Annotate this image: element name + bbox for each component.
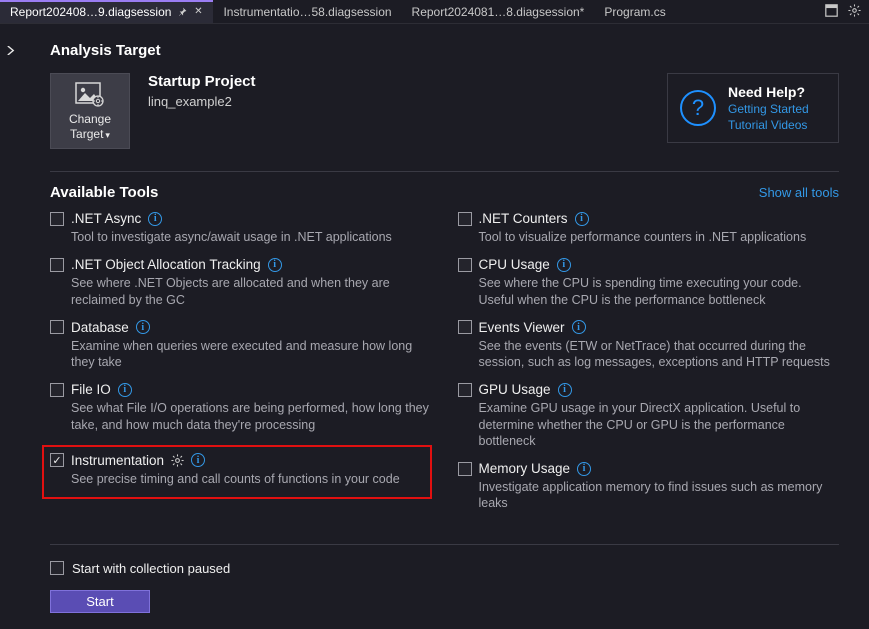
show-all-tools-link[interactable]: Show all tools [759,185,839,200]
tool-instrumentation: Instrumentation i See precise timing and c… [42,445,432,499]
tab-label: Report202408…9.diagsession [10,5,171,19]
tool-cpu-usage: CPU Usage i See where the CPU is spending … [458,257,840,308]
change-target-label2: Target▾ [70,127,110,142]
info-icon[interactable]: i [558,383,572,397]
info-icon[interactable]: i [557,258,571,272]
target-title: Startup Project [148,73,256,90]
tool-memory-usage: Memory Usage i Investigate application mem… [458,461,840,512]
tool-description: See where .NET Objects are allocated and… [71,275,432,308]
tool-name: .NET Counters [479,211,568,226]
gear-icon[interactable] [848,4,861,20]
tool-settings-gear-icon[interactable] [171,454,184,467]
tool-events-viewer: Events Viewer i See the events (ETW or Net… [458,320,840,371]
expand-rail [0,24,20,629]
help-title: Need Help? [728,84,809,100]
tool-checkbox-database[interactable] [50,320,64,334]
tool-checkbox-cpu-usage[interactable] [458,258,472,272]
pin-icon[interactable] [177,7,187,17]
target-subtitle: linq_example2 [148,94,256,109]
target-image-icon [75,82,105,108]
tab-label: Report2024081…8.diagsession* [412,5,585,19]
tab-bar: Report202408…9.diagsession ✕ Instrumenta… [0,0,869,24]
tool-net-async: .NET Async i Tool to investigate async/awa… [50,211,432,245]
info-icon[interactable]: i [575,212,589,226]
dock-icon[interactable] [825,4,838,20]
tool-net-counters: .NET Counters i Tool to visualize performa… [458,211,840,245]
info-icon[interactable]: i [572,320,586,334]
change-target-button[interactable]: Change Target▾ [50,73,130,149]
info-icon[interactable]: i [268,258,282,272]
tab-label: Program.cs [604,5,665,19]
info-icon[interactable]: i [191,453,205,467]
tool-checkbox-net-object-allocation-tracking[interactable] [50,258,64,272]
tool-checkbox-memory-usage[interactable] [458,462,472,476]
tool-name: .NET Async [71,211,141,226]
help-link-tutorial-videos[interactable]: Tutorial Videos [728,118,809,132]
tool-name: GPU Usage [479,382,551,397]
tool-description: Tool to visualize performance counters i… [479,229,840,245]
help-panel: ? Need Help? Getting Started Tutorial Vi… [667,73,839,143]
tool-checkbox-net-async[interactable] [50,212,64,226]
tab-report-8[interactable]: Report2024081…8.diagsession* [402,0,595,23]
tab-instrumentation-58[interactable]: Instrumentatio…58.diagsession [213,0,401,23]
tool-description: Examine when queries were executed and m… [71,338,432,371]
tool-checkbox-file-io[interactable] [50,383,64,397]
tool-checkbox-events-viewer[interactable] [458,320,472,334]
tool-database: Database i Examine when queries were execu… [50,320,432,371]
tool-name: Instrumentation [71,453,164,468]
start-button[interactable]: Start [50,590,150,613]
start-paused-checkbox[interactable] [50,561,64,575]
change-target-label1: Change [69,112,111,127]
tool-name: Events Viewer [479,320,565,335]
tab-program-cs[interactable]: Program.cs [594,0,675,23]
tool-net-object-allocation-tracking: .NET Object Allocation Tracking i See wher… [50,257,432,308]
help-question-icon: ? [680,90,716,126]
tool-name: Memory Usage [479,461,571,476]
tool-description: See precise timing and call counts of fu… [71,471,422,487]
start-paused-label: Start with collection paused [72,561,230,576]
tool-description: Tool to investigate async/await usage in… [71,229,432,245]
info-icon[interactable]: i [136,320,150,334]
analysis-target-heading: Analysis Target [50,42,839,59]
info-icon[interactable]: i [118,383,132,397]
tool-description: See what File I/O operations are being p… [71,400,432,433]
caret-down-icon: ▾ [105,130,110,140]
tool-name: Database [71,320,129,335]
info-icon[interactable]: i [148,212,162,226]
info-icon[interactable]: i [577,462,591,476]
tab-label: Instrumentatio…58.diagsession [223,5,391,19]
tool-checkbox-net-counters[interactable] [458,212,472,226]
tool-file-io: File IO i See what File I/O operations are… [50,382,432,433]
tool-name: CPU Usage [479,257,550,272]
help-link-getting-started[interactable]: Getting Started [728,102,809,116]
tool-name: .NET Object Allocation Tracking [71,257,261,272]
tool-description: Examine GPU usage in your DirectX applic… [479,400,840,449]
tool-description: Investigate application memory to find i… [479,479,840,512]
tool-checkbox-instrumentation[interactable] [50,453,64,467]
tool-name: File IO [71,382,111,397]
tool-checkbox-gpu-usage[interactable] [458,383,472,397]
tab-report-9[interactable]: Report202408…9.diagsession ✕ [0,0,213,23]
tool-gpu-usage: GPU Usage i Examine GPU usage in your Dire… [458,382,840,449]
close-icon[interactable]: ✕ [193,7,203,17]
tabbar-controls [825,0,869,23]
available-tools-heading: Available Tools [50,184,158,201]
target-description: Startup Project linq_example2 [148,73,256,109]
start-button-label: Start [86,594,113,609]
tool-description: See the events (ETW or NetTrace) that oc… [479,338,840,371]
chevron-right-icon[interactable] [6,44,15,58]
tool-description: See where the CPU is spending time execu… [479,275,840,308]
